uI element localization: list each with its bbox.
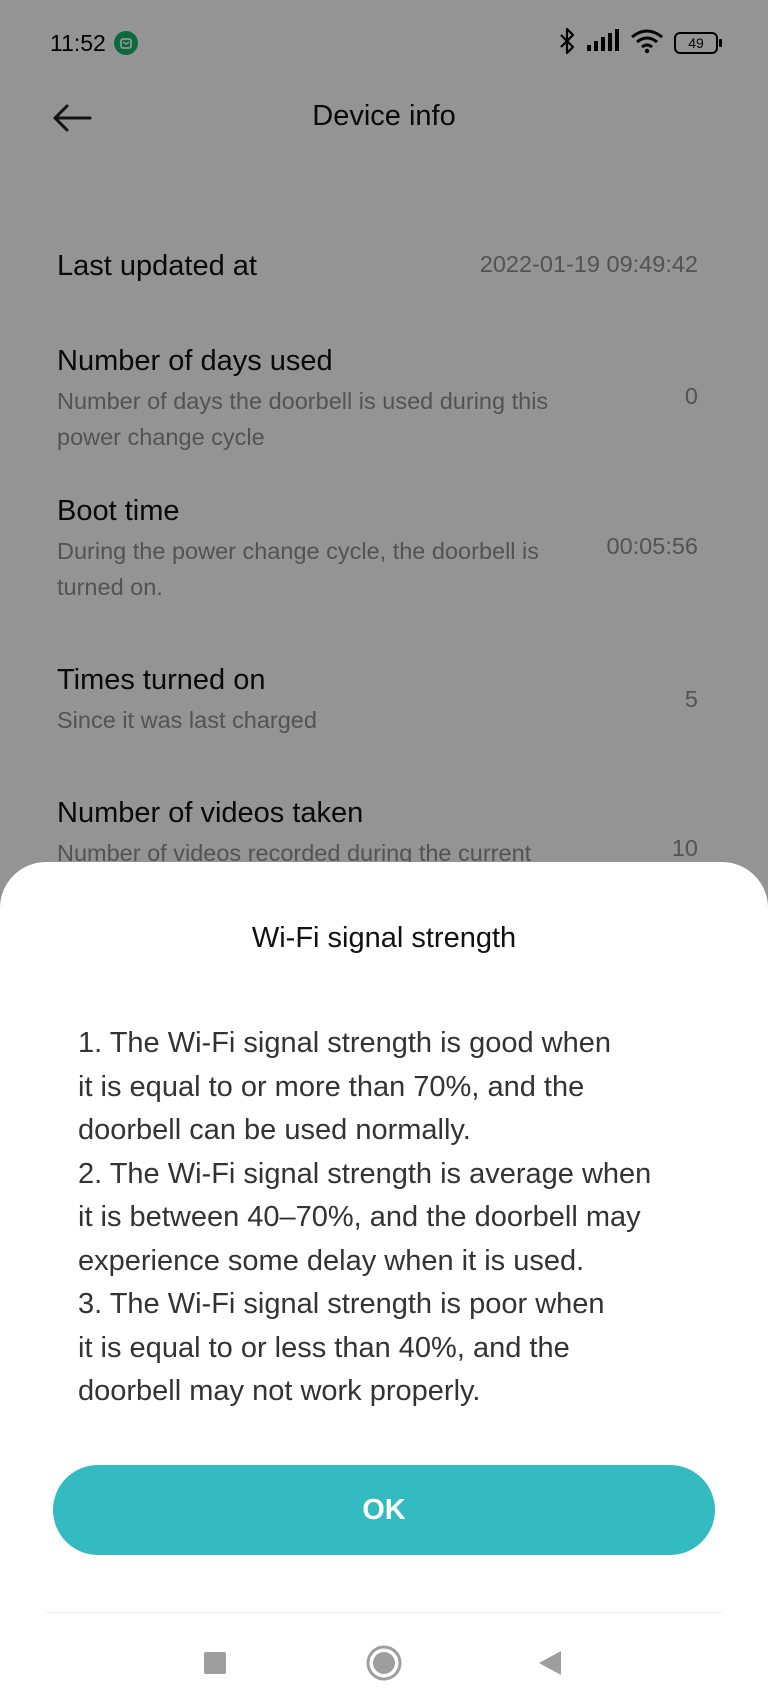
dialog-line: 1. The Wi-Fi signal strength is good whe… <box>78 1027 612 1059</box>
dialog-line: doorbell can be used normally. <box>78 1114 471 1146</box>
device-info-screen: 11:52 49 Device info Last updated at 202… <box>0 0 768 1706</box>
dialog-line: it is between 40–70%, and the doorbell m… <box>78 1201 641 1233</box>
dialog-line: experience some delay when it is used. <box>78 1244 585 1277</box>
recents-button[interactable] <box>192 1640 238 1686</box>
dialog-line: 3. The Wi-Fi signal strength is poor whe… <box>78 1288 605 1320</box>
dialog-line: 2. The Wi-Fi signal strength is average … <box>78 1157 652 1190</box>
system-nav-bar <box>0 1620 768 1706</box>
recents-icon <box>204 1652 226 1674</box>
home-button[interactable] <box>361 1640 407 1686</box>
dialog-line: it is equal to or more than 70%, and the <box>78 1070 585 1103</box>
back-icon <box>539 1651 561 1675</box>
wifi-strength-dialog: Wi-Fi signal strength 1. The Wi-Fi signa… <box>0 862 768 1706</box>
divider <box>46 1612 722 1613</box>
nav-back-button[interactable] <box>527 1640 573 1686</box>
dialog-body: 1. The Wi-Fi signal strength is good whe… <box>78 1022 708 1414</box>
dialog-line: doorbell may not work properly. <box>78 1375 481 1407</box>
dialog-line: it is equal to or less than 40%, and the <box>78 1331 570 1364</box>
dialog-title: Wi-Fi signal strength <box>251 922 517 954</box>
home-icon <box>366 1645 402 1681</box>
ok-button[interactable]: OK <box>53 1465 715 1555</box>
